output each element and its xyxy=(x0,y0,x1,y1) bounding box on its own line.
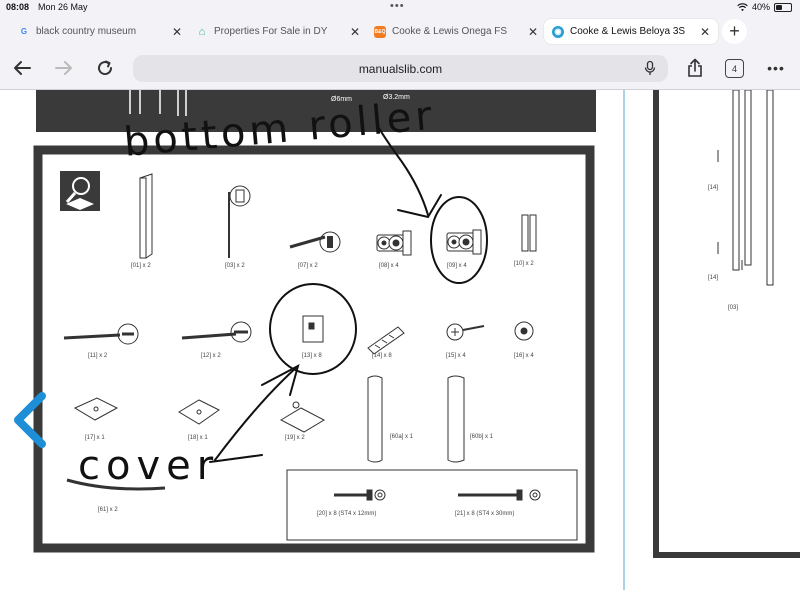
label-part-01: [01] x 2 xyxy=(131,263,151,269)
label-part-08: [08] x 4 xyxy=(379,263,399,269)
back-button[interactable] xyxy=(10,56,34,80)
label-part-61: [61] x 2 xyxy=(98,507,118,513)
label-part-03: [03] x 2 xyxy=(225,263,245,269)
status-indicators: 40% xyxy=(737,2,792,12)
bq-icon: B&Q xyxy=(374,25,386,38)
label-part-17: [17] x 1 xyxy=(85,435,105,441)
label-right-14b: [14] xyxy=(708,275,719,281)
label-part-14: [14] x 8 xyxy=(372,353,392,359)
label-right-03: [03] xyxy=(728,305,739,311)
reload-icon xyxy=(98,60,113,76)
right-page-frame xyxy=(653,90,800,558)
label-right-14a: [14] xyxy=(708,185,719,191)
tab-1[interactable]: ⌂ Properties For Sale in DY ✕ xyxy=(188,19,368,44)
multitasking-dots-icon[interactable]: ••• xyxy=(390,0,405,12)
date: Mon 26 May xyxy=(38,2,88,12)
microphone-icon[interactable] xyxy=(642,60,658,76)
label-part-19: [19] x 2 xyxy=(285,435,305,441)
tab-title: Cooke & Lewis Beloya 3S xyxy=(570,26,686,37)
tab-overview-button[interactable]: 4 xyxy=(725,59,744,78)
forward-arrow-icon xyxy=(55,61,72,75)
url-text: manualslib.com xyxy=(358,61,443,76)
tab-2[interactable]: B&Q Cooke & Lewis Onega FS ✕ xyxy=(366,19,546,44)
label-part-13: [13] x 8 xyxy=(302,353,322,359)
label-part-12: [12] x 2 xyxy=(201,353,221,359)
house-icon: ⌂ xyxy=(198,25,206,38)
more-options-icon[interactable]: ••• xyxy=(764,56,788,80)
label-part-15: [15] x 4 xyxy=(446,353,466,359)
back-arrow-icon xyxy=(14,61,31,75)
label-part-60b: [60b] x 1 xyxy=(470,434,494,440)
forward-button[interactable] xyxy=(52,56,76,80)
manualslib-icon: ◉ xyxy=(552,25,564,38)
part-13-block xyxy=(302,315,324,343)
close-tab-icon[interactable]: ✕ xyxy=(700,25,710,39)
label-part-60a: [60a] x 1 xyxy=(390,434,414,440)
address-bar[interactable]: manualslib.com xyxy=(133,55,668,82)
new-tab-button[interactable]: + xyxy=(722,19,747,44)
share-icon xyxy=(688,58,702,77)
tab-title: Cooke & Lewis Onega FS xyxy=(392,26,508,37)
status-bar: 08:08 Mon 26 May ••• 40% xyxy=(0,0,800,16)
share-button[interactable] xyxy=(683,56,707,80)
tab-3-active[interactable]: ◉ Cooke & Lewis Beloya 3S ✕ xyxy=(544,19,718,44)
browser-window: 08:08 Mon 26 May ••• 40% G black country… xyxy=(0,0,800,600)
tab-0[interactable]: G black country museum ✕ xyxy=(10,19,190,44)
toolbar: manualslib.com 4 ••• xyxy=(0,46,800,90)
close-tab-icon[interactable]: ✕ xyxy=(528,25,538,39)
label-part-07: [07] x 2 xyxy=(298,263,318,269)
wifi-icon xyxy=(737,2,748,11)
clock: 08:08 xyxy=(6,2,30,12)
handwritten-note-cover: cover xyxy=(78,443,220,489)
tab-title: Properties For Sale in DY xyxy=(214,26,328,37)
label-part-21: [21] x 8 (ST4 x 30mm) xyxy=(455,511,515,517)
close-tab-icon[interactable]: ✕ xyxy=(172,25,182,39)
label-part-10: [10] x 2 xyxy=(514,261,534,267)
reload-button[interactable] xyxy=(93,56,117,80)
right-page-rails xyxy=(717,90,774,286)
label-part-18: [18] x 1 xyxy=(188,435,208,441)
label-part-09: [09] x 4 xyxy=(447,263,467,269)
close-tab-icon[interactable]: ✕ xyxy=(350,25,360,39)
label-part-16: [16] x 4 xyxy=(514,353,534,359)
previous-page-arrow-icon[interactable] xyxy=(10,390,50,450)
label-part-20: [20] x 8 (ST4 x 12mm) xyxy=(317,511,377,517)
tab-bar: G black country museum ✕ ⌂ Properties Fo… xyxy=(0,16,800,46)
label-part-11: [11] x 2 xyxy=(88,353,108,359)
tab-title: black country museum xyxy=(36,26,137,37)
diagram-graphics xyxy=(33,90,800,590)
part-08-roller xyxy=(376,230,412,256)
battery-icon xyxy=(774,2,792,12)
google-icon: G xyxy=(20,27,28,36)
battery-percentage: 40% xyxy=(751,2,770,12)
battery-fill xyxy=(776,4,782,10)
manual-page: Ø6mm Ø3.2mm [01] x 2 [03] x 2 [07] x 2 [… xyxy=(0,90,800,600)
part-09-roller xyxy=(446,229,482,255)
